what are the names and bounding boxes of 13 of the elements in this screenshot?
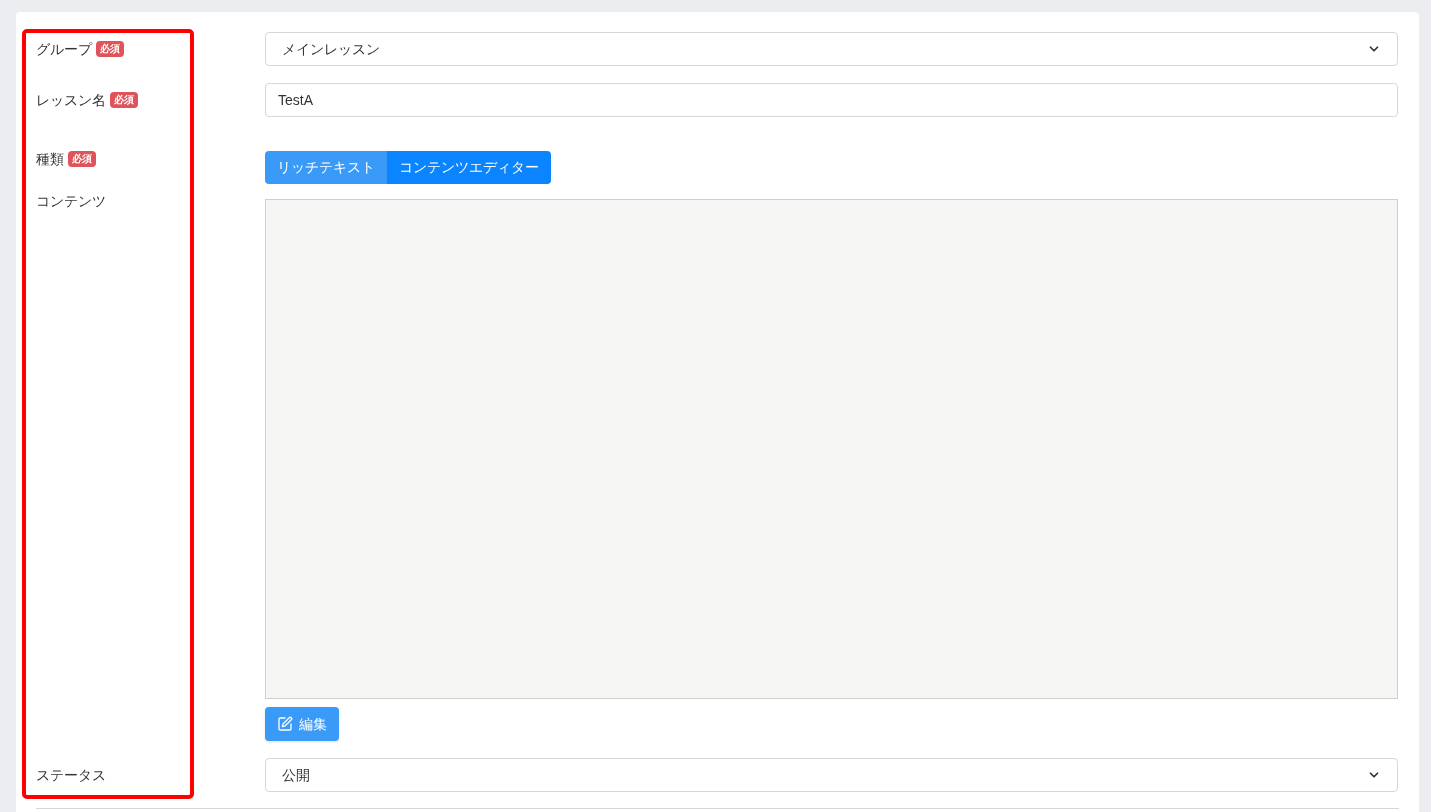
field-label: ステータス <box>36 765 106 785</box>
field-label: コンテンツ <box>36 191 106 211</box>
field-label: グループ <box>36 39 92 59</box>
required-badge: 必須 <box>110 92 138 108</box>
required-badge: 必須 <box>96 41 124 57</box>
select-field[interactable]: 公開 <box>265 758 1398 792</box>
select-field[interactable]: メインレッスン <box>265 32 1398 66</box>
required-badge: 必須 <box>68 151 96 167</box>
text-field[interactable]: TestA <box>265 83 1398 117</box>
edit-icon <box>277 716 293 732</box>
type-tab[interactable]: コンテンツエディター <box>387 151 551 184</box>
field-label: 種類 <box>36 149 64 169</box>
field-label: レッスン名 <box>36 90 106 110</box>
